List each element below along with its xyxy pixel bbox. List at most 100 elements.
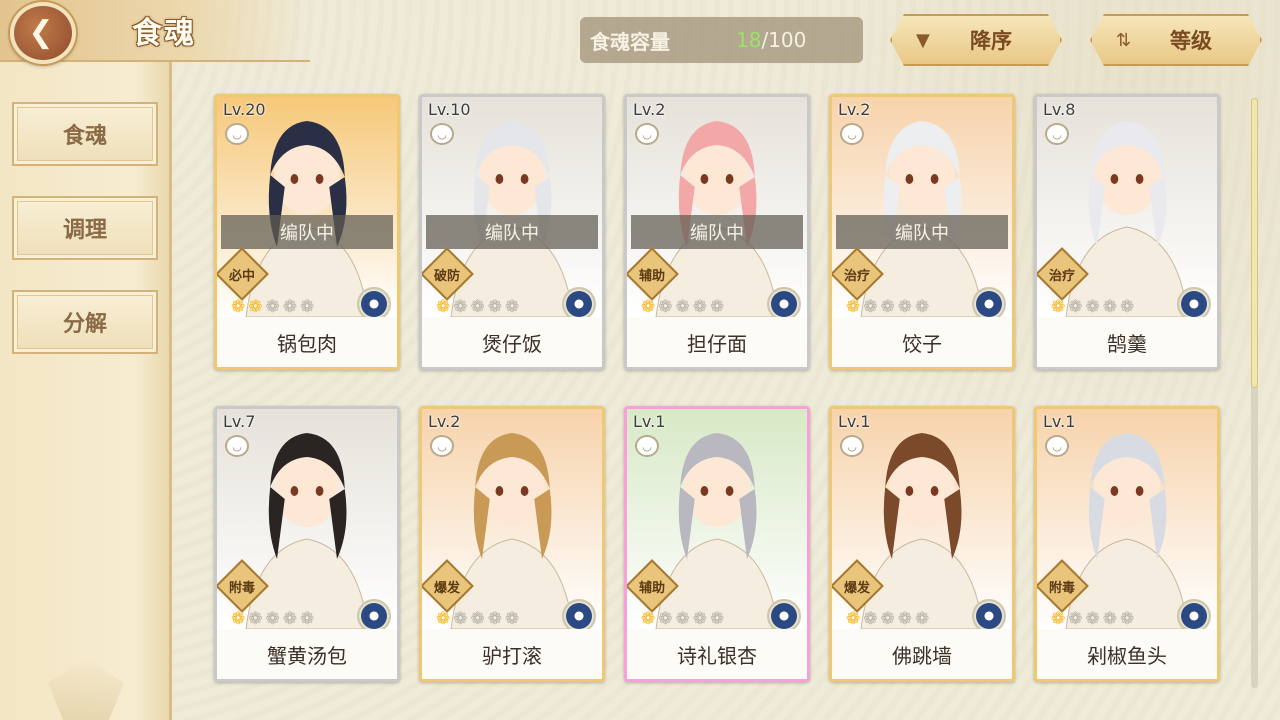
level-label: Lv.1 — [633, 412, 666, 431]
character-name: 煲仔饭 — [422, 317, 602, 367]
star-rating: ❁ ❁ ❁ ❁ ❁ — [641, 608, 724, 630]
food-soul-card[interactable]: Lv.2 ◡ 编队中 治疗 ❁ ❁ ❁ ❁ ❁ 饺子 — [829, 94, 1015, 370]
flame-star-icon: ❁ — [1068, 297, 1083, 317]
flame-star-icon: ❁ — [300, 297, 315, 317]
role-label: 附毒 — [228, 581, 255, 596]
sidebar-tab-refine[interactable]: 调理 — [12, 196, 158, 260]
flame-star-icon: ❁ — [675, 297, 690, 317]
page-title: 食魂 — [132, 16, 196, 51]
level-label: Lv.20 — [223, 100, 266, 119]
element-flower-icon — [972, 287, 1006, 321]
capacity-current: 18 — [736, 28, 762, 52]
capacity-label: 食魂容量 — [590, 29, 670, 54]
flame-star-icon: ❁ — [658, 297, 673, 317]
flame-star-icon: ❁ — [692, 297, 707, 317]
character-name: 诗礼银杏 — [627, 629, 807, 679]
flame-star-icon: ❁ — [692, 609, 707, 629]
flame-star-icon: ❁ — [880, 297, 895, 317]
role-label: 爆发 — [433, 581, 460, 596]
food-soul-card[interactable]: Lv.2 ◡ 爆发 ❁ ❁ ❁ ❁ ❁ 驴打滚 — [419, 406, 605, 682]
element-flower-icon — [1177, 599, 1211, 633]
food-soul-card[interactable]: Lv.1 ◡ 爆发 ❁ ❁ ❁ ❁ ❁ 佛跳墙 — [829, 406, 1015, 682]
star-rating: ❁ ❁ ❁ ❁ ❁ — [846, 608, 929, 630]
sidebar-tab-label: 分解 — [62, 311, 107, 337]
flame-star-icon: ❁ — [675, 609, 690, 629]
sort-order-button[interactable]: ▼ 降序 — [890, 14, 1062, 66]
flame-star-icon: ❁ — [846, 297, 861, 317]
character-name: 驴打滚 — [422, 629, 602, 679]
flame-star-icon: ❁ — [897, 297, 912, 317]
flame-star-icon: ❁ — [453, 297, 468, 317]
star-rating: ❁ ❁ ❁ ❁ ❁ — [436, 296, 519, 318]
bowl-icon: ◡ — [225, 435, 249, 457]
flame-star-icon: ❁ — [897, 609, 912, 629]
role-label: 爆发 — [843, 581, 870, 596]
element-flower-icon — [767, 599, 801, 633]
in-team-banner: 编队中 — [426, 215, 598, 249]
flame-star-icon: ❁ — [1051, 297, 1066, 317]
capacity-box: 食魂容量 18 /100 — [580, 17, 863, 63]
flame-star-icon: ❁ — [487, 609, 502, 629]
flame-star-icon: ❁ — [282, 609, 297, 629]
flame-star-icon: ❁ — [846, 609, 861, 629]
level-label: Lv.2 — [838, 100, 871, 119]
role-label: 治疗 — [1048, 269, 1075, 284]
food-soul-card[interactable]: Lv.7 ◡ 附毒 ❁ ❁ ❁ ❁ ❁ 蟹黄汤包 — [214, 406, 400, 682]
flame-star-icon: ❁ — [658, 609, 673, 629]
sidebar-ornament — [48, 658, 124, 720]
element-flower-icon — [357, 599, 391, 633]
flame-star-icon: ❁ — [265, 609, 280, 629]
flame-star-icon: ❁ — [505, 609, 520, 629]
flame-star-icon: ❁ — [641, 297, 656, 317]
character-name: 鹄羹 — [1037, 317, 1217, 367]
food-soul-card[interactable]: Lv.2 ◡ 编队中 辅助 ❁ ❁ ❁ ❁ ❁ 担仔面 — [624, 94, 810, 370]
role-label: 必中 — [228, 269, 255, 284]
sort-arrows-icon: ⇅ — [1116, 29, 1132, 51]
star-rating: ❁ ❁ ❁ ❁ ❁ — [231, 608, 314, 630]
flame-star-icon: ❁ — [1120, 609, 1135, 629]
bowl-icon: ◡ — [1045, 123, 1069, 145]
scrollbar-thumb[interactable] — [1251, 98, 1258, 388]
sort-order-label: 降序 — [970, 28, 1012, 53]
flame-star-icon: ❁ — [1068, 609, 1083, 629]
sidebar-tab-food-soul[interactable]: 食魂 — [12, 102, 158, 166]
character-name: 佛跳墙 — [832, 629, 1012, 679]
flame-star-icon: ❁ — [1102, 609, 1117, 629]
sidebar-tab-label: 调理 — [62, 217, 107, 243]
bowl-icon: ◡ — [430, 435, 454, 457]
character-name: 担仔面 — [627, 317, 807, 367]
food-soul-card[interactable]: Lv.10 ◡ 编队中破防 ❁ ❁ ❁ ❁ ❁ 煲仔饭 — [419, 94, 605, 370]
flame-star-icon: ❁ — [1102, 297, 1117, 317]
flame-star-icon: ❁ — [300, 609, 315, 629]
bowl-icon: ◡ — [225, 123, 249, 145]
flame-star-icon: ❁ — [436, 609, 451, 629]
level-label: Lv.2 — [428, 412, 461, 431]
flame-star-icon: ❁ — [710, 297, 725, 317]
star-rating: ❁ ❁ ❁ ❁ ❁ — [1051, 296, 1134, 318]
sidebar-tab-decompose[interactable]: 分解 — [12, 290, 158, 354]
flame-star-icon: ❁ — [453, 609, 468, 629]
food-soul-card[interactable]: Lv.1 ◡ 附毒 ❁ ❁ ❁ ❁ ❁ 剁椒鱼头 — [1034, 406, 1220, 682]
back-button[interactable]: ❮ — [10, 2, 76, 64]
flame-star-icon: ❁ — [863, 609, 878, 629]
star-rating: ❁ ❁ ❁ ❁ ❁ — [1051, 608, 1134, 630]
in-team-banner: 编队中 — [631, 215, 803, 249]
bowl-icon: ◡ — [840, 123, 864, 145]
element-flower-icon — [1177, 287, 1211, 321]
food-soul-card[interactable]: Lv.20 ◡ 编队中 必中 ❁ ❁ ❁ ❁ ❁ 锅包肉 — [214, 94, 400, 370]
food-soul-card[interactable]: Lv.1 ◡ 辅助 ❁ ❁ ❁ ❁ ❁ 诗礼银杏 — [624, 406, 810, 682]
role-label: 破防 — [433, 269, 460, 284]
level-label: Lv.10 — [428, 100, 471, 119]
bowl-icon: ◡ — [430, 123, 454, 145]
bowl-icon: ◡ — [1045, 435, 1069, 457]
flame-star-icon: ❁ — [880, 609, 895, 629]
triangle-down-icon: ▼ — [916, 29, 930, 51]
flame-star-icon: ❁ — [282, 297, 297, 317]
character-name: 蟹黄汤包 — [217, 629, 397, 679]
star-rating: ❁ ❁ ❁ ❁ ❁ — [231, 296, 314, 318]
flame-star-icon: ❁ — [436, 297, 451, 317]
level-label: Lv.1 — [1043, 412, 1076, 431]
sort-level-button[interactable]: ⇅ 等级 — [1090, 14, 1262, 66]
flame-star-icon: ❁ — [1120, 297, 1135, 317]
food-soul-card[interactable]: Lv.8 ◡ 治疗 ❁ ❁ ❁ ❁ ❁ 鹄羹 — [1034, 94, 1220, 370]
